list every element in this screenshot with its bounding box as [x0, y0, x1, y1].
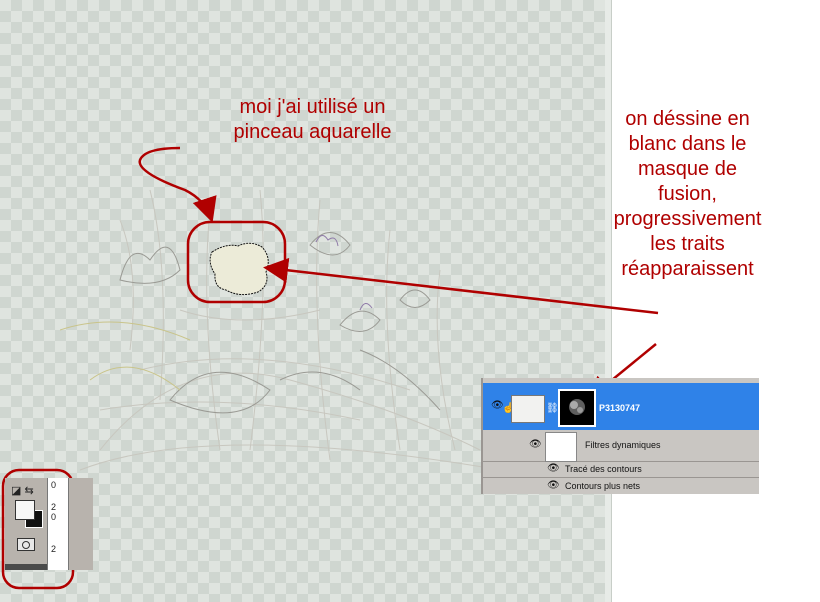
filter-label: Tracé des contours: [565, 464, 642, 474]
flower-sketch-image: [60, 189, 501, 471]
smart-filters-row[interactable]: 👁 Filtres dynamiques: [483, 430, 759, 462]
filter-label: Contours plus nets: [565, 481, 641, 491]
mask-note-line-5: progressivement: [613, 208, 762, 230]
mask-note-line-1: on déssine en: [625, 108, 750, 130]
layer-mask-thumbnail[interactable]: [558, 389, 596, 427]
smart-filter-mask-thumbnail[interactable]: [545, 432, 577, 462]
filter-row[interactable]: 👁 Contours plus nets: [483, 478, 759, 494]
mask-note-line-6: les traits: [650, 233, 725, 255]
mask-content-icon: [569, 399, 585, 415]
brush-note: moi j'ai utilisé un pinceau aquarelle: [200, 95, 425, 145]
link-icon[interactable]: ⛓: [546, 403, 559, 414]
mask-note-line-7: réapparaissent: [621, 258, 754, 280]
layer-name[interactable]: P3130747: [599, 403, 640, 413]
mask-note-line-4: fusion,: [658, 183, 717, 205]
vertical-ruler: 0 2 0 2: [47, 478, 69, 570]
blank-area: [612, 0, 820, 602]
quick-mask-button[interactable]: [17, 538, 35, 551]
panel-bottom-bar: [5, 564, 47, 570]
filter-eye-icon[interactable]: 👁: [547, 463, 560, 474]
layer-row-selected[interactable]: 👁 ☝ ⛓ P3130747: [483, 383, 759, 430]
ruler-label: 2: [51, 502, 57, 512]
tools-panel: ◪ ⇆ 0 2 0 2: [5, 478, 93, 570]
mask-note-line-3: masque de: [638, 158, 737, 180]
smart-filters-label: Filtres dynamiques: [585, 440, 661, 450]
layer-image-thumbnail[interactable]: [511, 395, 545, 423]
foreground-color-swatch[interactable]: [15, 500, 35, 520]
filter-row[interactable]: 👁 Tracé des contours: [483, 461, 759, 478]
ruler-label: 2: [51, 544, 57, 554]
default-colors-icon[interactable]: ◪ ⇆: [11, 484, 34, 497]
canvas-border: [605, 0, 612, 602]
ruler-label: 0: [51, 480, 57, 490]
mask-note-line-2: blanc dans le: [628, 133, 747, 155]
layers-panel: 👁 ☝ ⛓ P3130747 👁 Filtres dynamiques 👁 Tr…: [481, 378, 759, 494]
mask-note: on déssine en blanc dans le masque de fu…: [595, 107, 780, 282]
brush-note-line-1: moi j'ai utilisé un: [239, 96, 386, 118]
brush-note-line-2: pinceau aquarelle: [233, 121, 392, 143]
filter-eye-icon[interactable]: 👁: [547, 480, 560, 491]
smart-filters-eye-icon[interactable]: 👁: [529, 439, 542, 450]
ruler-label: 0: [51, 512, 57, 522]
